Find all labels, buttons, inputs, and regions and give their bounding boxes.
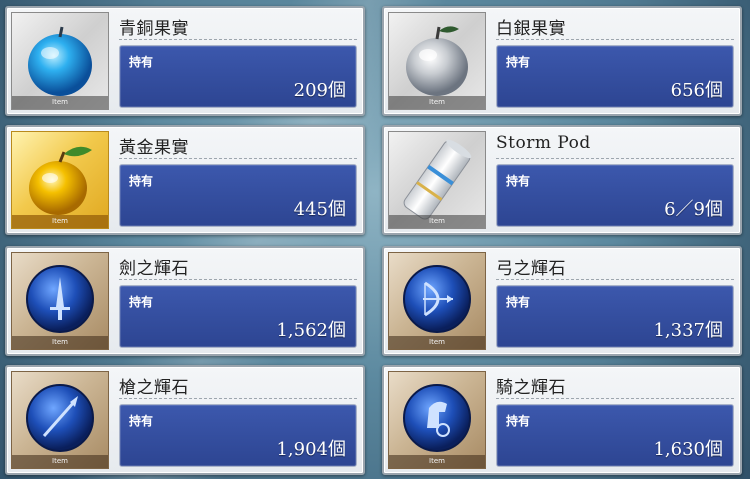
item-count: 209個 — [293, 80, 346, 101]
saber-gem-icon — [26, 265, 94, 333]
rider-gem-icon — [403, 384, 471, 452]
item-tag: Item — [12, 215, 108, 228]
item-count: 6／9個 — [664, 199, 723, 220]
quantity-panel: 持有 1,630個 — [496, 404, 734, 467]
lancer-gem-icon — [26, 384, 94, 452]
item-name: 弓之輝石 — [496, 259, 566, 279]
item-thumbnail: Item — [11, 131, 109, 229]
quantity-panel: 持有 1,562個 — [119, 285, 357, 348]
divider — [496, 39, 734, 40]
item-thumbnail: Item — [388, 371, 486, 469]
item-tag: Item — [12, 336, 108, 349]
divider — [119, 158, 357, 159]
item-thumbnail: Item — [388, 252, 486, 350]
item-card-archer-gem[interactable]: Item 弓之輝石 持有 1,337個 — [382, 246, 742, 356]
archer-gem-icon — [403, 265, 471, 333]
item-count: 445個 — [293, 199, 346, 220]
item-tag: Item — [12, 455, 108, 468]
item-thumbnail: Item — [388, 131, 486, 229]
quantity-panel: 持有 445個 — [119, 164, 357, 227]
item-card-rider-gem[interactable]: Item 騎之輝石 持有 1,630個 — [382, 365, 742, 475]
item-name: 青銅果實 — [119, 19, 189, 39]
item-name: 騎之輝石 — [496, 378, 566, 398]
held-label: 持有 — [129, 414, 154, 428]
item-card-bronze-fruit[interactable]: Item 青銅果實 持有 209個 — [5, 6, 365, 116]
quantity-panel: 持有 209個 — [119, 45, 357, 108]
item-grid: Item 青銅果實 持有 209個 Item 白銀果實 持有 656個 Item… — [0, 0, 750, 479]
item-tag: Item — [389, 96, 485, 109]
divider — [119, 279, 357, 280]
blue-apple-icon — [28, 26, 92, 96]
held-label: 持有 — [129, 295, 154, 309]
storm-pod-can-icon — [403, 139, 472, 220]
item-thumbnail: Item — [11, 371, 109, 469]
item-card-saber-gem[interactable]: Item 劍之輝石 持有 1,562個 — [5, 246, 365, 356]
item-tag: Item — [12, 96, 108, 109]
quantity-panel: 持有 1,904個 — [119, 404, 357, 467]
item-name: 劍之輝石 — [119, 259, 189, 279]
item-thumbnail: Item — [11, 12, 109, 110]
item-tag: Item — [389, 336, 485, 349]
quantity-panel: 持有 656個 — [496, 45, 734, 108]
held-label: 持有 — [506, 295, 531, 309]
held-label: 持有 — [506, 55, 531, 69]
divider — [496, 279, 734, 280]
item-card-storm-pod[interactable]: Item Storm Pod 持有 6／9個 — [382, 125, 742, 235]
held-label: 持有 — [129, 174, 154, 188]
item-name: 白銀果實 — [496, 19, 566, 39]
item-name: Storm Pod — [496, 133, 591, 153]
divider — [496, 158, 734, 159]
item-thumbnail: Item — [388, 12, 486, 110]
item-card-silver-fruit[interactable]: Item 白銀果實 持有 656個 — [382, 6, 742, 116]
item-count: 1,904個 — [276, 439, 346, 460]
silver-apple-icon — [406, 26, 468, 96]
item-count: 1,337個 — [653, 320, 723, 341]
item-card-gold-fruit[interactable]: Item 黃金果實 持有 445個 — [5, 125, 365, 235]
divider — [496, 398, 734, 399]
held-label: 持有 — [129, 55, 154, 69]
gold-apple-icon — [29, 146, 92, 215]
quantity-panel: 持有 6／9個 — [496, 164, 734, 227]
divider — [119, 39, 357, 40]
held-label: 持有 — [506, 174, 531, 188]
item-name: 槍之輝石 — [119, 378, 189, 398]
item-card-lancer-gem[interactable]: Item 槍之輝石 持有 1,904個 — [5, 365, 365, 475]
item-tag: Item — [389, 215, 485, 228]
item-count: 1,562個 — [276, 320, 346, 341]
item-thumbnail: Item — [11, 252, 109, 350]
item-name: 黃金果實 — [119, 138, 189, 158]
quantity-panel: 持有 1,337個 — [496, 285, 734, 348]
item-count: 1,630個 — [653, 439, 723, 460]
item-tag: Item — [389, 455, 485, 468]
item-count: 656個 — [670, 80, 723, 101]
held-label: 持有 — [506, 414, 531, 428]
divider — [119, 398, 357, 399]
